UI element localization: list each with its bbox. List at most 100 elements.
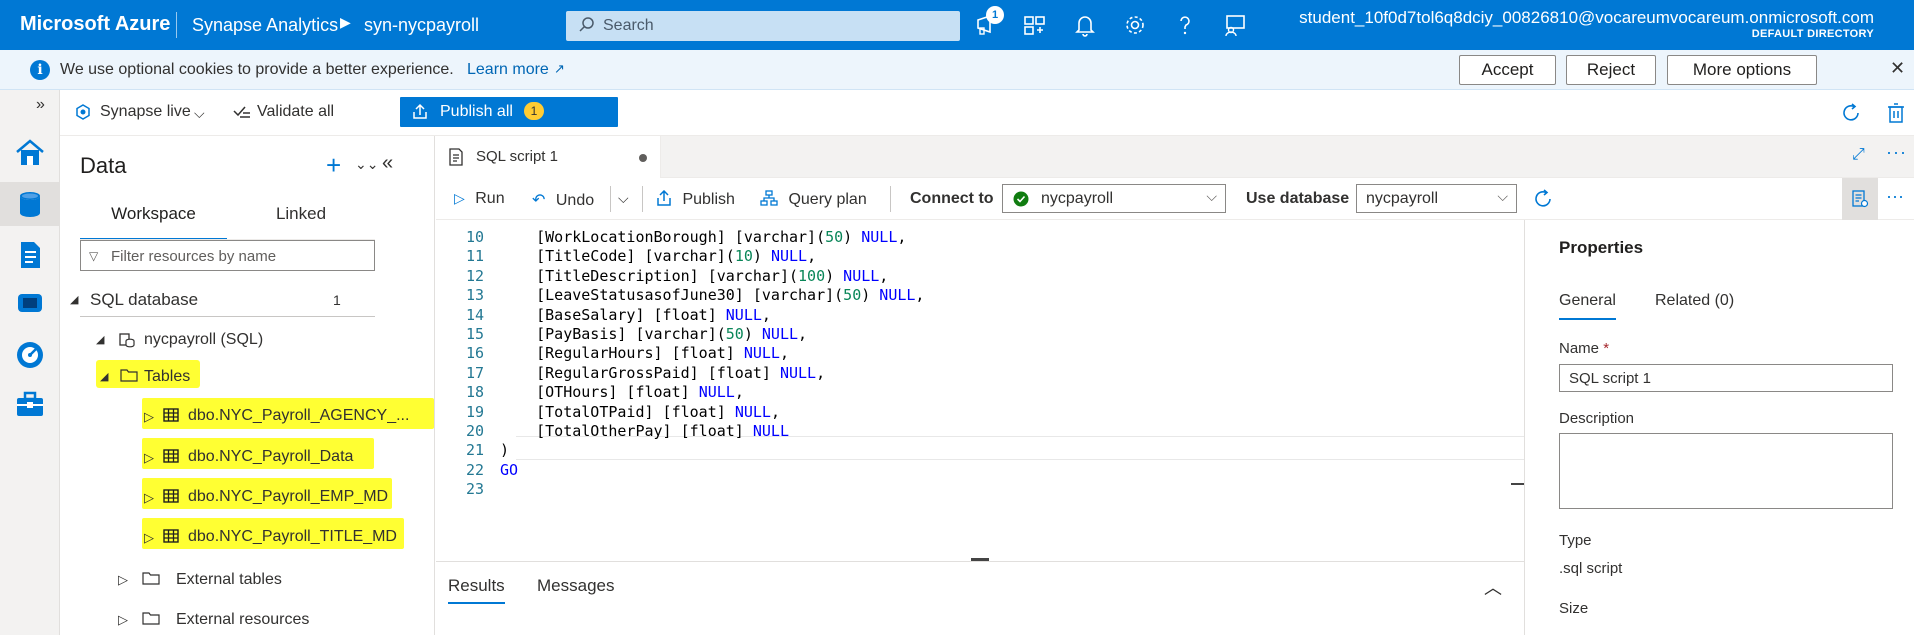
name-input-value: SQL script 1 [1569, 370, 1651, 387]
azure-brand[interactable]: Microsoft Azure [20, 13, 170, 36]
properties-toggle-button[interactable] [1842, 178, 1878, 220]
home-icon[interactable] [13, 136, 47, 170]
line-number: 23 [465, 480, 484, 499]
line-number: 18 [465, 383, 484, 402]
undo-chevron-icon[interactable]: ⌵ [618, 190, 629, 207]
publish-all-button[interactable]: Publish all [400, 97, 618, 127]
breadcrumb-service[interactable]: Synapse Analytics [192, 15, 338, 36]
use-database-dropdown[interactable]: nycpayroll ⌵ [1356, 184, 1517, 213]
search-icon [579, 17, 594, 32]
type-label: Type [1559, 532, 1592, 549]
tab-general[interactable]: General [1559, 292, 1616, 320]
check-circle-icon [1013, 191, 1029, 207]
tab-results[interactable]: Results [448, 576, 505, 604]
refresh-icon[interactable] [1532, 188, 1554, 210]
external-link-icon: ↗ [554, 61, 565, 76]
person-feedback-icon[interactable] [1222, 12, 1248, 38]
code-text: [RegularGrossPaid] [float] NULL, [500, 363, 826, 382]
global-search[interactable]: Search [566, 11, 960, 41]
cookie-banner: i We use optional cookies to provide a b… [0, 50, 1914, 90]
size-label: Size [1559, 600, 1589, 617]
expanded-caret-icon: ◢ [96, 334, 105, 346]
collapse-all-icon[interactable]: ⌄⌄ [355, 156, 378, 173]
tab-related[interactable]: Related (0) [1655, 292, 1734, 310]
name-label: Name * [1559, 340, 1609, 357]
properties-icon [1852, 190, 1869, 208]
table-icon [163, 529, 179, 543]
filter-icon: ▽ [89, 249, 99, 263]
tab-linked[interactable]: Linked [227, 196, 375, 240]
data-hub-icon[interactable] [13, 187, 47, 221]
line-number: 17 [465, 363, 484, 382]
expanded-caret-icon: ◢ [70, 294, 79, 306]
collapsed-caret-icon: ▷ [144, 490, 154, 505]
sql-script-icon [449, 148, 463, 166]
refresh-icon[interactable] [1840, 102, 1862, 124]
publish-all-label: Publish all [440, 103, 513, 120]
portal-settings-icon[interactable] [1022, 12, 1048, 38]
query-plan-button[interactable]: Query plan [760, 190, 867, 209]
required-asterisk: * [1603, 340, 1610, 357]
connect-to-dropdown[interactable]: nycpayroll ⌵ [1002, 184, 1226, 213]
develop-hub-icon[interactable] [13, 238, 47, 272]
discard-icon[interactable] [1886, 102, 1906, 124]
gear-icon[interactable] [1122, 12, 1148, 38]
description-label: Description [1559, 410, 1635, 427]
line-number: 10 [465, 228, 484, 246]
learn-more-link[interactable]: Learn more [467, 61, 549, 79]
more-options-icon[interactable]: ··· [1886, 186, 1904, 207]
breadcrumb-workspace[interactable]: syn-nycpayroll [364, 15, 479, 36]
collapsed-caret-icon: ▷ [144, 409, 154, 424]
connect-to-value: nycpayroll [1041, 190, 1114, 207]
connect-to-label: Connect to [910, 190, 994, 207]
help-icon[interactable] [1172, 12, 1198, 38]
tab-title: SQL script 1 [476, 148, 558, 165]
expand-nav-icon[interactable]: » [36, 96, 45, 114]
monitor-hub-icon[interactable] [13, 338, 47, 372]
expanded-caret-icon: ◢ [100, 371, 109, 383]
maximize-icon[interactable]: ⤢ [1852, 146, 1865, 164]
code-editor[interactable]: 10 [WorkLocationBorough] [varchar](50) N… [436, 220, 1524, 560]
more-options-icon[interactable]: ··· [1886, 142, 1907, 163]
tab-workspace[interactable]: Workspace [80, 196, 227, 240]
filter-resources-input[interactable]: ▽ Filter resources by name [80, 240, 375, 271]
chevron-down-icon[interactable]: ⌵ [194, 105, 205, 122]
validate-all-button[interactable]: Validate all [257, 103, 334, 121]
line-number: 12 [465, 266, 484, 285]
name-input[interactable]: SQL script 1 [1559, 364, 1893, 392]
manage-hub-icon[interactable] [13, 388, 47, 422]
table-label: dbo.NYC_Payroll_AGENCY_... [188, 407, 410, 424]
collapse-results-icon[interactable]: ︿ [1484, 574, 1502, 600]
code-text: [TitleDescription] [varchar](100) NULL, [500, 266, 889, 285]
undo-button[interactable]: ↶ Undo [532, 190, 594, 210]
editor-tabs: SQL script 1 ⤢ ··· [436, 136, 1914, 178]
reject-cookies-button[interactable]: Reject [1566, 55, 1656, 85]
line-number: 16 [465, 344, 484, 363]
run-button[interactable]: ▷ Run [454, 190, 505, 208]
line-number: 19 [465, 402, 484, 421]
table-icon [163, 449, 179, 463]
account-username: student_10f0d7tol6q8dciy_00826810@vocare… [1299, 8, 1874, 27]
line-number: 11 [465, 247, 484, 266]
data-panel-title: Data [80, 153, 127, 178]
code-text: [WorkLocationBorough] [varchar](50) NULL… [500, 228, 907, 246]
bell-icon[interactable] [1072, 12, 1098, 38]
tab-sql-script-1[interactable]: SQL script 1 [436, 136, 661, 178]
line-number: 13 [465, 286, 484, 305]
publish-button[interactable]: Publish [656, 189, 735, 209]
accept-cookies-button[interactable]: Accept [1459, 55, 1556, 85]
hide-panel-icon[interactable]: « [382, 152, 393, 175]
table-label: dbo.NYC_Payroll_EMP_MD [188, 488, 389, 505]
tab-messages[interactable]: Messages [537, 576, 614, 596]
editor-toolbar: ▷ Run ↶ Undo ⌵ Publish Query plan Connec… [436, 178, 1914, 220]
close-icon[interactable]: ✕ [1890, 58, 1905, 79]
more-options-button[interactable]: More options [1667, 55, 1817, 85]
account-menu[interactable]: student_10f0d7tol6q8dciy_00826810@vocare… [1299, 8, 1874, 40]
code-text: [TotalOtherPay] [float] NULL [500, 422, 789, 440]
synapse-live-mode[interactable]: Synapse live [100, 103, 191, 121]
description-textarea[interactable] [1559, 433, 1893, 509]
integrate-hub-icon[interactable] [13, 286, 47, 320]
play-icon: ▷ [454, 190, 465, 206]
add-resource-icon[interactable]: + [326, 150, 341, 181]
code-text: [OTHours] [float] NULL, [500, 383, 744, 402]
